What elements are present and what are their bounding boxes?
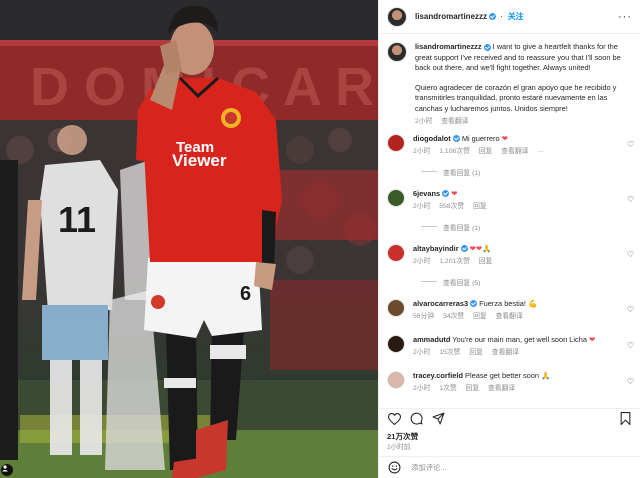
shorts-number: 6 bbox=[240, 283, 251, 305]
follow-button[interactable]: 关注 bbox=[508, 11, 524, 22]
caption-username[interactable]: lisandromartinezzz bbox=[415, 42, 482, 51]
match-scene-illustration: D O M I C A R 11 bbox=[0, 0, 378, 478]
author-username[interactable]: lisandromartinezzz bbox=[415, 12, 487, 21]
comment-reply-button[interactable]: 回复 bbox=[473, 203, 487, 210]
comment-emoji: ❤ bbox=[589, 334, 596, 344]
comments-list[interactable]: lisandromartinezzz I want to give a hear… bbox=[379, 34, 640, 408]
comment-likes[interactable]: 1,201次赞 bbox=[439, 258, 470, 265]
caption-time: 2小时 bbox=[415, 118, 433, 125]
verified-badge-icon bbox=[460, 245, 468, 253]
comment-translate-link[interactable]: 查看翻译 bbox=[501, 148, 528, 155]
user-icon bbox=[2, 465, 8, 472]
comment-like-heart-icon[interactable]: ♡ bbox=[627, 250, 634, 259]
comment-reply-button[interactable]: 回复 bbox=[466, 385, 480, 392]
comment-bubble-icon[interactable] bbox=[409, 412, 423, 426]
comment-avatar[interactable] bbox=[387, 298, 405, 317]
more-options-icon[interactable]: ··· bbox=[618, 11, 632, 22]
comment-emoji: 🙏 bbox=[541, 370, 551, 380]
comment-username[interactable]: altaybayindir bbox=[413, 244, 459, 253]
comment-like-heart-icon[interactable]: ♡ bbox=[627, 341, 634, 350]
comment-avatar[interactable] bbox=[387, 334, 405, 353]
comment-avatar[interactable] bbox=[387, 188, 405, 207]
comment-reply-button[interactable]: 回复 bbox=[473, 313, 487, 320]
verified-badge-icon bbox=[489, 13, 497, 20]
post-side-panel: lisandromartinezzz · 关注 ··· lisandromart… bbox=[378, 0, 640, 478]
comment-time: 2小时 bbox=[413, 349, 431, 356]
comment-time: 56分钟 bbox=[413, 313, 435, 320]
comment-reply-button[interactable]: 回复 bbox=[479, 148, 493, 155]
comment-emoji: ❤ bbox=[501, 133, 508, 143]
post-photo[interactable]: D O M I C A R 11 bbox=[0, 0, 378, 478]
caption-translate-link[interactable]: 查看翻译 bbox=[441, 118, 468, 125]
comment-likes[interactable]: 558次赞 bbox=[439, 203, 464, 210]
user-tag-icon[interactable] bbox=[1, 464, 13, 476]
comment-item: alvarocarreras3 Fuerza bestia! 💪 56分钟 34… bbox=[387, 298, 634, 323]
comment-text: Mi guerrero bbox=[461, 133, 500, 143]
author-avatar[interactable] bbox=[387, 6, 407, 27]
comment-emoji: ❤❤🙏 bbox=[469, 243, 492, 253]
view-replies-link[interactable]: 查看回复 (1) bbox=[421, 167, 632, 177]
comment-time: 2小时 bbox=[413, 385, 431, 392]
comment-time: 2小时 bbox=[413, 203, 431, 210]
comment-item: tracey.corfield Please get better soon 🙏… bbox=[387, 370, 634, 395]
view-replies-link[interactable]: 查看回复 (5) bbox=[421, 277, 632, 287]
comment-username[interactable]: tracey.corfield bbox=[413, 371, 463, 380]
comment-like-heart-icon[interactable]: ♡ bbox=[627, 140, 634, 149]
comment-text: You're our main man, get well soon Licha bbox=[452, 334, 587, 344]
comment-text: Please get better soon bbox=[465, 370, 540, 380]
comment-reply-button[interactable]: 回复 bbox=[469, 349, 483, 356]
comment-like-heart-icon[interactable]: ♡ bbox=[627, 195, 634, 204]
caption-avatar[interactable] bbox=[387, 42, 407, 62]
view-replies-link[interactable]: 查看回复 (1) bbox=[421, 222, 632, 232]
comment-translate-link[interactable]: 查看翻译 bbox=[496, 313, 523, 320]
comment-likes[interactable]: 1次赞 bbox=[439, 385, 456, 392]
comment-translate-link[interactable]: 查看翻译 bbox=[488, 385, 515, 392]
comment-emoji: 💪 bbox=[528, 298, 538, 308]
post-caption: lisandromartinezzz I want to give a hear… bbox=[387, 42, 632, 128]
comment-translate-link[interactable]: 查看翻译 bbox=[492, 349, 519, 356]
comment-input[interactable] bbox=[411, 463, 632, 472]
comment-avatar[interactable] bbox=[387, 370, 405, 389]
add-comment-bar bbox=[379, 456, 640, 478]
comment-time: 2小时 bbox=[413, 148, 431, 155]
verified-badge-icon bbox=[452, 135, 460, 143]
comment-item: altaybayindir ❤❤🙏 2小时 1,201次赞 回复 ♡ bbox=[387, 243, 634, 268]
comment-text: Fuerza bestia! bbox=[479, 298, 526, 308]
comment-like-heart-icon[interactable]: ♡ bbox=[627, 305, 634, 314]
verified-badge-icon bbox=[483, 43, 491, 51]
comment-item: ammadutd You're our main man, get well s… bbox=[387, 334, 634, 359]
post-actions-bar bbox=[379, 408, 640, 428]
comment-likes[interactable]: 34次赞 bbox=[443, 313, 464, 320]
comment-avatar[interactable] bbox=[387, 133, 405, 152]
verified-badge-icon bbox=[470, 300, 478, 308]
comment-username[interactable]: ammadutd bbox=[413, 335, 450, 344]
comment-likes[interactable]: 1,106次赞 bbox=[439, 148, 470, 155]
comment-emoji: ❤ bbox=[451, 188, 458, 198]
comment-username[interactable]: 6jevans bbox=[413, 189, 440, 198]
comment-username[interactable]: alvarocarreras3 bbox=[413, 299, 468, 308]
verified-badge-icon bbox=[442, 190, 450, 198]
comment-username[interactable]: diogodalot bbox=[413, 134, 451, 143]
back-jersey-number: 11 bbox=[58, 199, 96, 240]
post-header: lisandromartinezzz · 关注 ··· bbox=[379, 0, 640, 34]
comment-likes[interactable]: 15次赞 bbox=[439, 349, 460, 356]
sponsor-text-line2: Viewer bbox=[172, 151, 227, 170]
comment-item: diogodalot Mi guerrero ❤ 2小时 1,106次赞 回复 … bbox=[387, 133, 634, 158]
emoji-smiley-icon[interactable] bbox=[387, 461, 401, 475]
share-send-icon[interactable] bbox=[431, 412, 445, 426]
like-heart-icon[interactable] bbox=[387, 412, 401, 426]
comment-like-heart-icon[interactable]: ♡ bbox=[627, 377, 634, 386]
comment-more-icon[interactable]: ··· bbox=[537, 148, 544, 155]
header-dot-separator: · bbox=[500, 12, 503, 21]
comment-time: 2小时 bbox=[413, 258, 431, 265]
comment-reply-button[interactable]: 回复 bbox=[479, 258, 493, 265]
post-time: 2小时前 bbox=[387, 444, 411, 451]
comment-item: 6jevans ❤ 2小时 558次赞 回复 ♡ bbox=[387, 188, 634, 213]
caption-text-es: Quiero agradecer de corazón el gran apoy… bbox=[415, 82, 617, 113]
comment-avatar[interactable] bbox=[387, 243, 405, 262]
save-bookmark-icon[interactable] bbox=[618, 412, 632, 426]
